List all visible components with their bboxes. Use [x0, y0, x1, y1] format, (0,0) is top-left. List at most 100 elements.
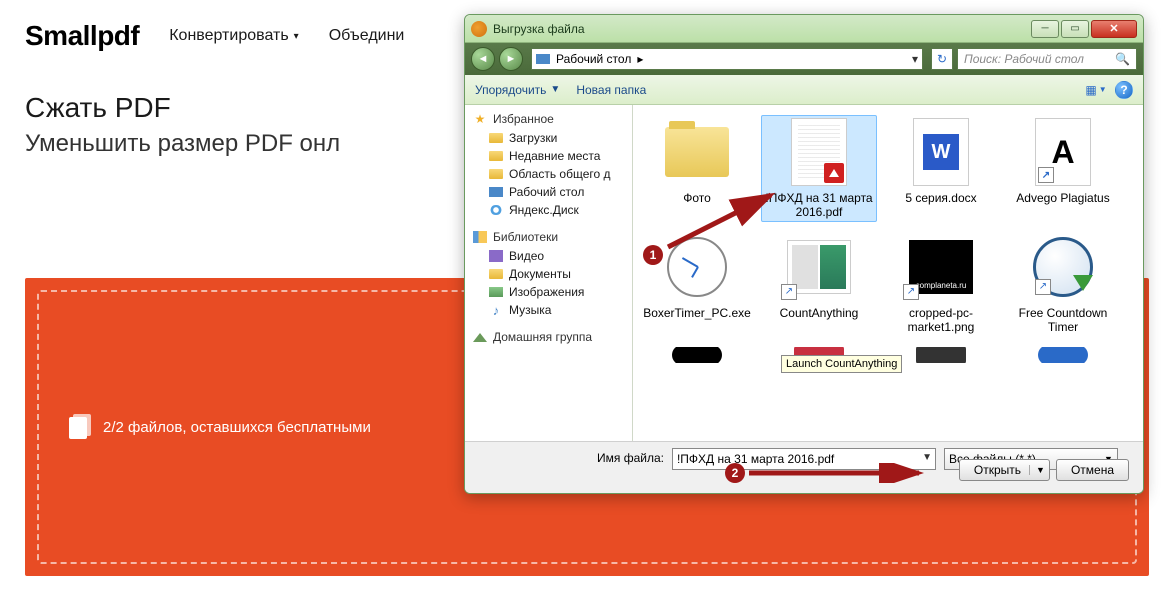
dialog-navbar: ◄ ► Рабочий стол ▸ ▾ ↻ Поиск: Рабочий ст… — [465, 43, 1143, 75]
close-button[interactable]: ✕ — [1091, 20, 1137, 38]
sidebar-item-label: Видео — [509, 249, 544, 263]
png-thumbnail: complaneta.ru↗ — [909, 240, 973, 294]
sidebar-item-label: Изображения — [509, 285, 584, 299]
file-item-cropped[interactable]: complaneta.ru↗ cropped-pc-market1.png — [883, 230, 999, 337]
logo[interactable]: Smallpdf — [25, 20, 139, 52]
dialog-title: Выгрузка файла — [493, 22, 1029, 36]
sidebar-item-label: Яндекс.Диск — [509, 203, 579, 217]
annotation-arrow-1 — [663, 185, 783, 255]
images-icon — [489, 287, 503, 297]
minimize-button[interactable]: ─ — [1031, 20, 1059, 38]
sidebar-item-music[interactable]: ♪ Музыка — [465, 301, 632, 319]
libraries-label: Библиотеки — [493, 230, 558, 244]
homegroup-label: Домашняя группа — [493, 330, 592, 344]
sidebar-favorites[interactable]: ★ Избранное — [465, 109, 632, 129]
dialog-toolbar: Упорядочить ▼ Новая папка ▦ ▼ ? — [465, 75, 1143, 105]
sidebar: ★ Избранное Загрузки Недавние места Облас… — [465, 105, 633, 441]
maximize-button[interactable]: ▭ — [1061, 20, 1089, 38]
sidebar-homegroup[interactable]: Домашняя группа — [465, 327, 632, 347]
shortcut-icon: ↗ — [1038, 167, 1054, 183]
folder-icon — [489, 169, 503, 179]
breadcrumb-arrow-icon: ▸ — [637, 52, 643, 66]
open-split-icon[interactable]: ▼ — [1029, 465, 1045, 475]
search-input[interactable]: Поиск: Рабочий стол 🔍 — [957, 48, 1137, 70]
sidebar-item-label: Документы — [509, 267, 571, 281]
yandex-disk-icon — [489, 205, 503, 215]
sidebar-item-images[interactable]: Изображения — [465, 283, 632, 301]
file-name: Advego Plagiatus — [1016, 191, 1109, 205]
sidebar-item-label: Рабочий стол — [509, 185, 584, 199]
annotation-arrow-2 — [747, 463, 927, 483]
file-upload-dialog: Выгрузка файла ─ ▭ ✕ ◄ ► Рабочий стол ▸ … — [464, 14, 1144, 494]
organize-menu[interactable]: Упорядочить ▼ — [475, 83, 560, 97]
chevron-down-icon: ▼ — [550, 84, 560, 95]
annotation-badge-1: 1 — [643, 245, 663, 265]
new-folder-button[interactable]: Новая папка — [576, 83, 646, 97]
folder-icon — [665, 127, 729, 177]
files-remaining: 2/2 файлов, оставшихся бесплатными — [69, 414, 371, 440]
documents-icon — [489, 269, 503, 279]
dialog-titlebar: Выгрузка файла ─ ▭ ✕ — [465, 15, 1143, 43]
firefox-icon — [471, 21, 487, 37]
sidebar-item-label: Музыка — [509, 303, 551, 317]
sidebar-item-video[interactable]: Видео — [465, 247, 632, 265]
homegroup-icon — [473, 330, 487, 344]
sidebar-libraries[interactable]: Библиотеки — [465, 227, 632, 247]
back-button[interactable]: ◄ — [471, 47, 495, 71]
view-menu[interactable]: ▦ ▼ — [1085, 81, 1107, 99]
sidebar-item-label: Загрузки — [509, 131, 557, 145]
file-item-fct[interactable]: ↗ Free Countdown Timer — [1005, 230, 1121, 337]
filename-label: Имя файла: — [597, 448, 664, 465]
file-item-word[interactable]: W 5 серия.docx — [883, 115, 999, 222]
countdown-icon: ↗ — [1033, 237, 1093, 297]
open-button[interactable]: Открыть ▼ — [959, 459, 1050, 481]
address-bar[interactable]: Рабочий стол ▸ ▾ — [531, 48, 923, 70]
help-button[interactable]: ? — [1115, 81, 1133, 99]
files-icon — [69, 414, 91, 440]
shortcut-icon: ↗ — [781, 284, 797, 300]
music-icon: ♪ — [489, 303, 503, 317]
address-dropdown-icon[interactable]: ▾ — [912, 52, 918, 66]
sidebar-item-yandex[interactable]: Яндекс.Диск — [465, 201, 632, 219]
sidebar-item-downloads[interactable]: Загрузки — [465, 129, 632, 147]
sidebar-item-desktop[interactable]: Рабочий стол — [465, 183, 632, 201]
chevron-down-icon: ▾ — [294, 31, 299, 42]
search-icon: 🔍 — [1115, 52, 1130, 66]
search-placeholder: Поиск: Рабочий стол — [964, 52, 1084, 66]
annotation-badge-2: 2 — [725, 463, 745, 483]
desktop-icon — [489, 187, 503, 197]
desktop-icon — [536, 54, 550, 64]
folder-icon — [489, 133, 503, 143]
word-thumbnail: W — [913, 118, 969, 186]
nav-merge[interactable]: Объедини — [329, 27, 405, 45]
file-item-partial[interactable] — [1005, 345, 1121, 369]
sidebar-item-public[interactable]: Область общего д — [465, 165, 632, 183]
sidebar-item-label: Область общего д — [509, 167, 611, 181]
file-name: CountAnything — [780, 306, 859, 320]
count-thumbnail: ↗ — [787, 240, 851, 294]
file-name: 5 серия.docx — [905, 191, 976, 205]
favorites-label: Избранное — [493, 112, 554, 126]
forward-button[interactable]: ► — [499, 47, 523, 71]
open-label: Открыть — [974, 463, 1021, 477]
files-pane[interactable]: Фото !ПФХД на 31 марта 2016.pdf W 5 сери… — [633, 105, 1143, 441]
file-item-partial[interactable] — [639, 345, 755, 369]
organize-label: Упорядочить — [475, 83, 546, 97]
file-item-advego[interactable]: A↗ Advego Plagiatus — [1005, 115, 1121, 222]
filename-dropdown-icon[interactable]: ▼ — [922, 452, 932, 463]
sidebar-item-recent[interactable]: Недавние места — [465, 147, 632, 165]
shortcut-icon: ↗ — [1035, 279, 1051, 295]
libraries-icon — [473, 231, 487, 243]
nav-convert[interactable]: Конвертировать ▾ — [169, 27, 298, 45]
tooltip: Launch CountAnything — [781, 355, 902, 373]
file-name: cropped-pc-market1.png — [885, 306, 997, 335]
refresh-button[interactable]: ↻ — [931, 48, 953, 70]
video-icon — [489, 250, 503, 262]
thumbnail-text: complaneta.ru — [916, 281, 967, 290]
sidebar-item-label: Недавние места — [509, 149, 600, 163]
folder-icon — [489, 151, 503, 161]
sidebar-item-documents[interactable]: Документы — [465, 265, 632, 283]
cancel-button[interactable]: Отмена — [1056, 459, 1129, 481]
star-icon: ★ — [473, 112, 487, 126]
shortcut-icon: ↗ — [903, 284, 919, 300]
